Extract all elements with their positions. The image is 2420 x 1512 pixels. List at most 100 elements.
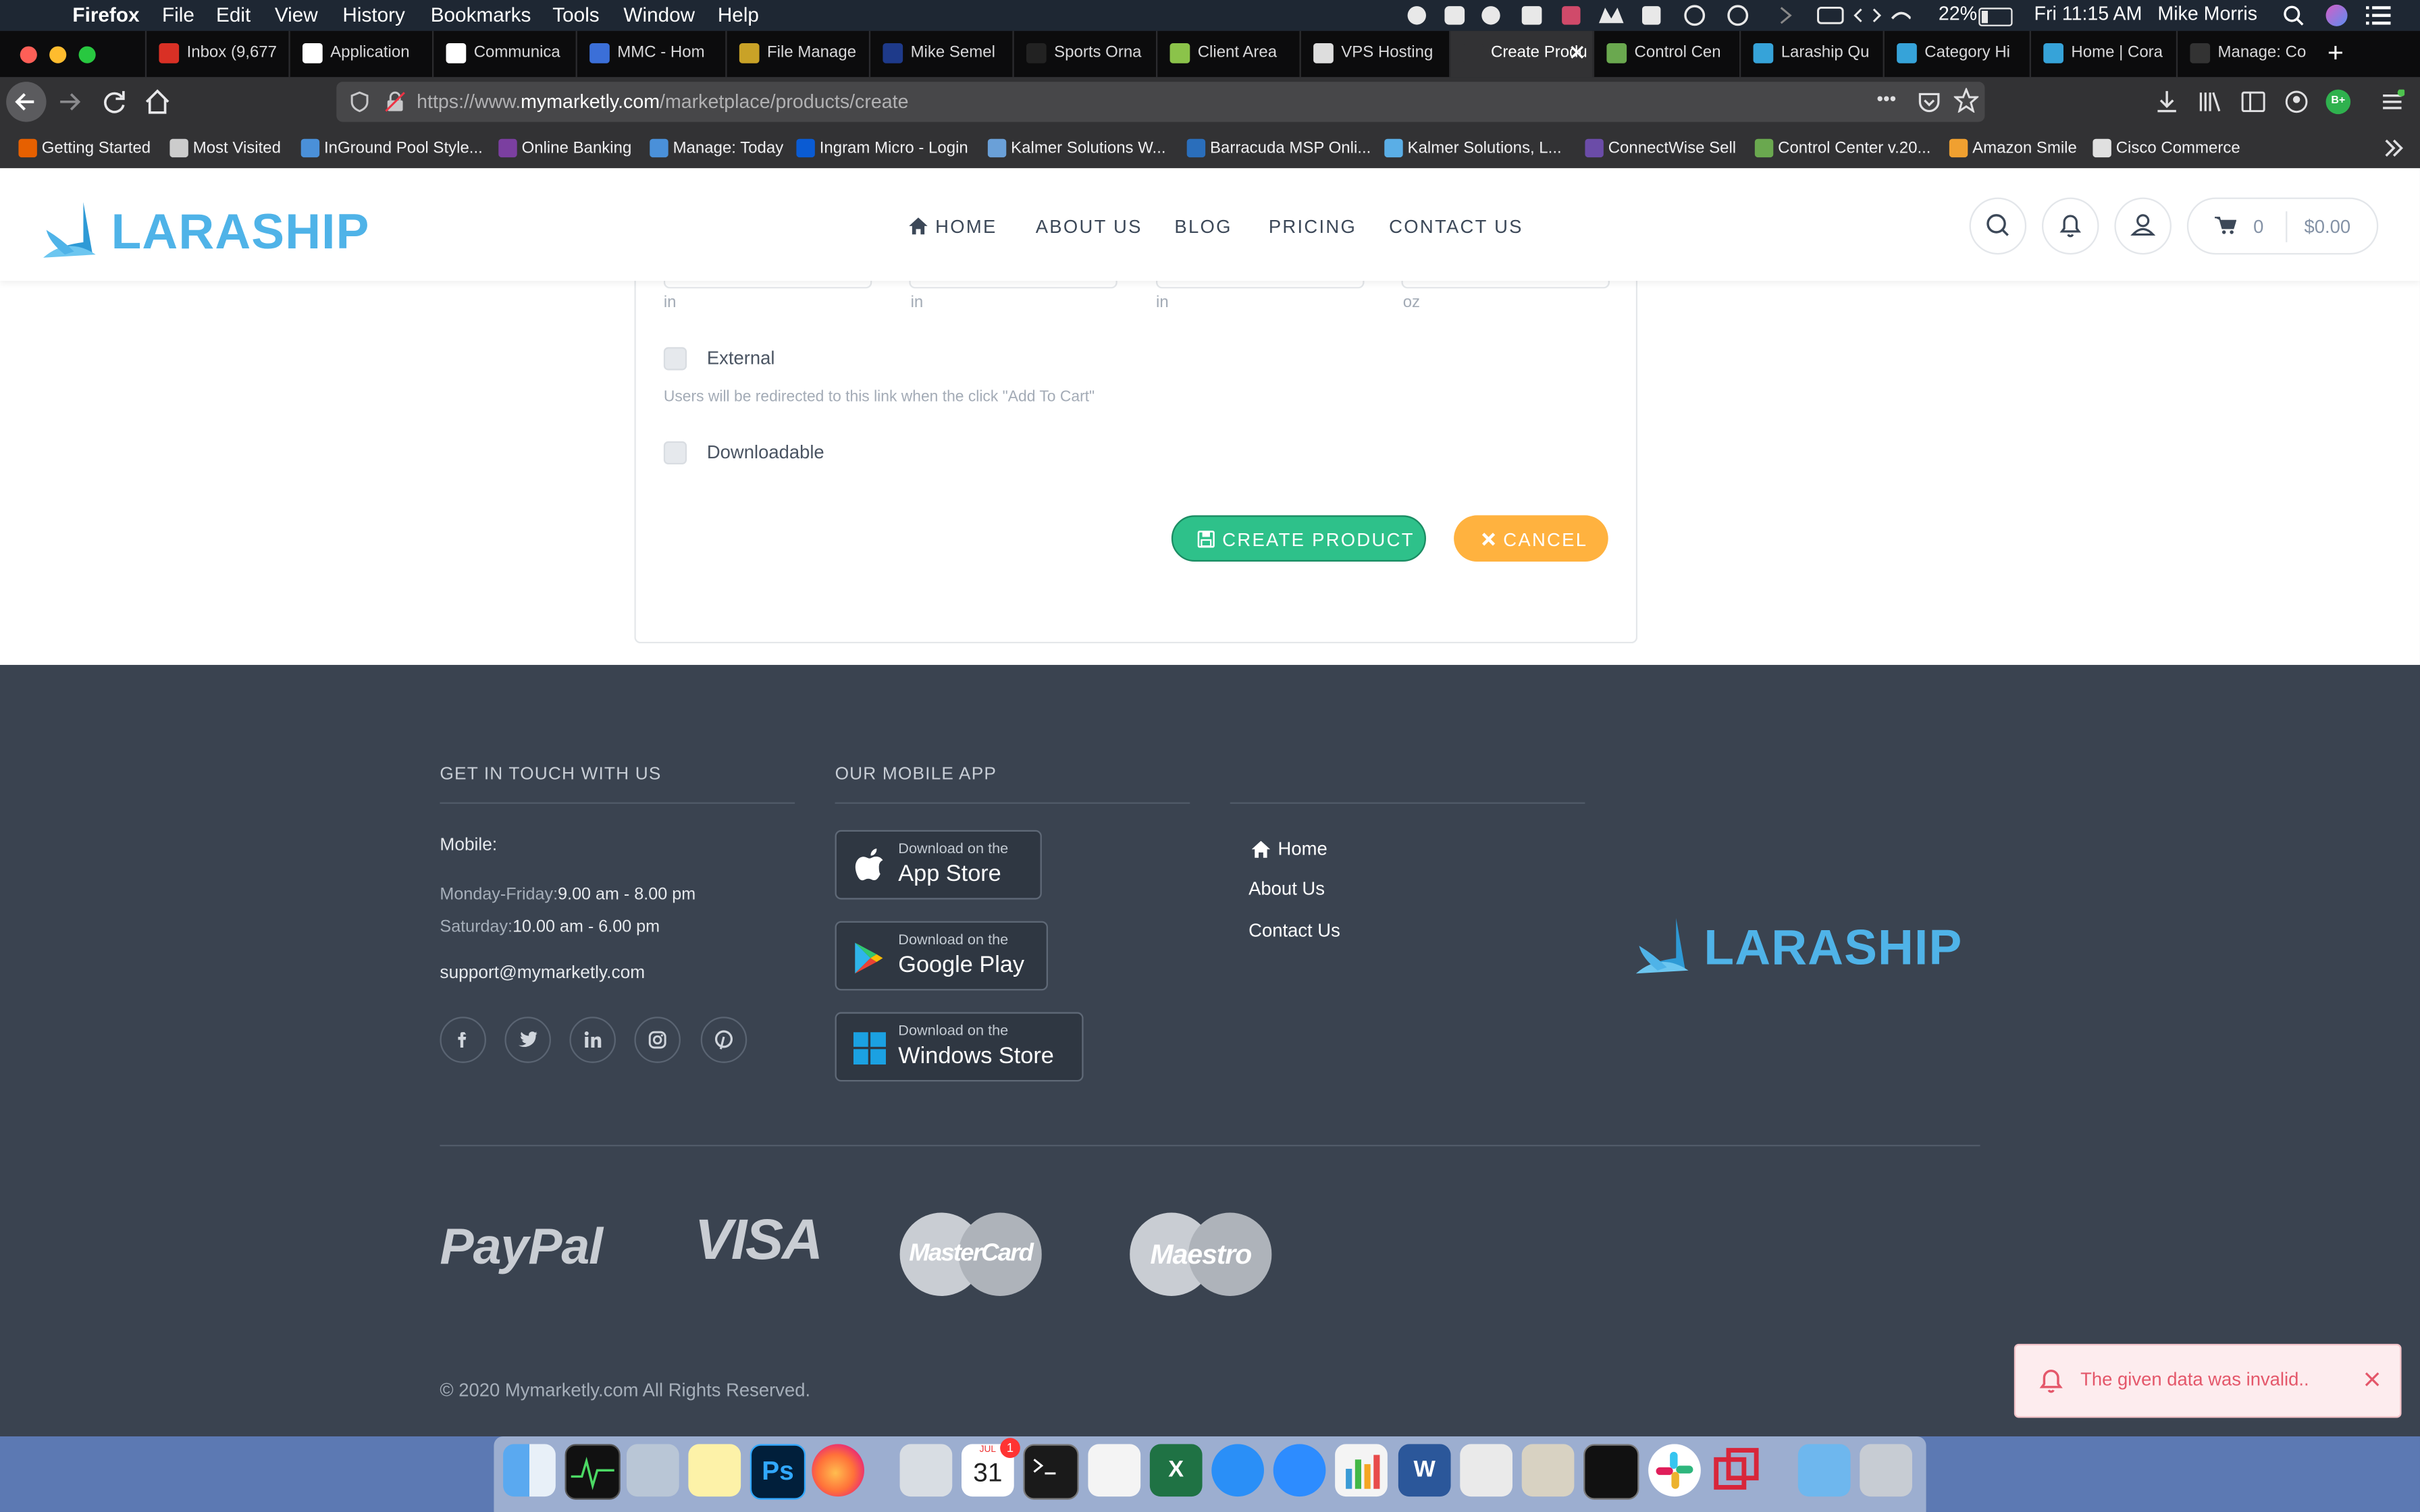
bookmark-item[interactable]: Control Center v.20... [1754, 138, 1930, 158]
search-button[interactable] [1969, 197, 2027, 255]
nav-about-us[interactable]: ABOUT US [1036, 216, 1142, 238]
nav-blog[interactable]: BLOG [1174, 216, 1232, 238]
menu-help[interactable]: Help [718, 3, 759, 26]
messages-icon[interactable] [1211, 1444, 1264, 1497]
sidebar-icon[interactable] [2241, 90, 2266, 115]
url-bar[interactable]: https://www.mymarketly.com/marketplace/p… [336, 82, 1985, 122]
back-button[interactable] [6, 82, 47, 122]
browser-tab[interactable]: Create Produ ✕ [1449, 30, 1593, 78]
bookmark-item[interactable]: Ingram Micro - Login [796, 138, 968, 158]
terminal-window-icon[interactable] [1583, 1444, 1639, 1500]
browser-tab[interactable]: VPS Hosting [1299, 30, 1450, 78]
library-icon[interactable] [2198, 90, 2223, 115]
menu-edit[interactable]: Edit [216, 3, 251, 26]
notifications-button[interactable] [2041, 197, 2099, 255]
photoshop-icon[interactable]: Ps [749, 1444, 806, 1500]
downloads-icon[interactable] [2155, 90, 2180, 115]
trash-icon[interactable] [1860, 1444, 1912, 1497]
image-capture-icon[interactable] [899, 1444, 953, 1497]
kindle-icon[interactable] [1460, 1444, 1512, 1497]
terminal-icon[interactable] [1023, 1444, 1079, 1500]
bookmark-item[interactable]: InGround Pool Style... [300, 138, 483, 158]
browser-tab[interactable]: Inbox (9,677 [144, 30, 289, 78]
battery-icon[interactable] [1978, 7, 2013, 26]
numbers-icon[interactable] [1335, 1444, 1388, 1497]
instagram-icon[interactable] [634, 1017, 681, 1063]
reload-button[interactable] [97, 85, 131, 119]
create-product-button[interactable]: CREATE PRODUCT [1171, 515, 1426, 562]
menu-file[interactable]: File [162, 3, 194, 26]
downloadable-checkbox[interactable] [663, 441, 687, 464]
browser-tab[interactable]: Manage: Co [2176, 30, 2327, 78]
cart-button[interactable]: 0 $0.00 [2186, 197, 2379, 255]
menu-bookmarks[interactable]: Bookmarks [431, 3, 531, 26]
pinterest-icon[interactable] [700, 1017, 747, 1063]
app-menu-firefox[interactable]: Firefox [72, 3, 139, 26]
bookmark-item[interactable]: Most Visited [169, 138, 281, 158]
page-actions-menu-icon[interactable]: ••• [1876, 88, 1896, 109]
word-icon[interactable]: W [1398, 1444, 1451, 1497]
menu-view[interactable]: View [275, 3, 318, 26]
firefox-icon[interactable] [812, 1444, 864, 1497]
menu-window[interactable]: Window [623, 3, 695, 26]
parallels-icon[interactable] [1710, 1444, 1763, 1496]
notes-icon[interactable] [688, 1444, 741, 1497]
notification-center-icon[interactable] [2365, 6, 2391, 25]
activity-monitor-icon[interactable] [564, 1444, 621, 1500]
cancel-button[interactable]: CANCEL [1454, 515, 1608, 562]
finder-icon[interactable] [503, 1444, 556, 1497]
browser-tab[interactable]: Sports Orna [1012, 30, 1156, 78]
excel-icon[interactable]: X [1149, 1444, 1203, 1497]
bookmark-star-icon[interactable] [1953, 88, 1979, 113]
window-minimize-button[interactable] [49, 46, 67, 63]
window-close-button[interactable] [20, 46, 37, 63]
nav-contact-us[interactable]: CONTACT US [1389, 216, 1523, 238]
linkedin-icon[interactable] [569, 1017, 616, 1063]
window-zoom-button[interactable] [78, 46, 96, 63]
google-play-button[interactable]: Download on the Google Play [835, 921, 1048, 991]
spotlight-icon[interactable] [2283, 5, 2305, 26]
textedit-icon[interactable] [1088, 1444, 1141, 1497]
new-tab-button[interactable]: + [2327, 37, 2344, 70]
tracking-shield-icon[interactable] [349, 91, 371, 113]
zoom-icon[interactable] [1273, 1444, 1326, 1497]
bookmark-item[interactable]: Getting Started [18, 138, 151, 158]
more-bookmarks-icon[interactable] [2383, 137, 2404, 159]
footer-link-contact-us[interactable]: Contact Us [1248, 919, 1340, 941]
preview-app-icon[interactable] [626, 1444, 679, 1497]
browser-tab[interactable]: File Manage [725, 30, 869, 78]
footer-link-home[interactable]: Home [1278, 838, 1327, 859]
hamburger-menu-icon[interactable] [2380, 89, 2405, 115]
app-store-button[interactable]: Download on the App Store [835, 830, 1042, 900]
account-icon[interactable] [2284, 90, 2309, 115]
support-email[interactable]: support@mymarketly.com [440, 965, 645, 983]
footer-logo[interactable]: LARASHIP [1635, 915, 1962, 976]
browser-tab[interactable]: Mike Semel [868, 30, 1013, 78]
extension-icon[interactable]: B+ [2325, 89, 2351, 115]
browser-tab[interactable]: Category Hi [1883, 30, 2030, 78]
forward-button[interactable] [53, 85, 86, 119]
facebook-icon[interactable] [440, 1017, 486, 1063]
browser-tab[interactable]: Communica [431, 30, 576, 78]
browser-tab[interactable]: Laraship Qu [1739, 30, 1883, 78]
bookmark-item[interactable]: ConnectWise Sell [1585, 138, 1736, 158]
home-button[interactable] [140, 85, 174, 119]
external-checkbox[interactable] [663, 347, 687, 371]
nav-pricing[interactable]: PRICING [1269, 216, 1357, 238]
site-logo[interactable]: LARASHIP [43, 199, 383, 261]
calendar-icon[interactable]: JUL 31 1 [961, 1438, 1020, 1497]
bookmark-item[interactable]: Online Banking [498, 138, 631, 158]
footer-link-about-us[interactable]: About Us [1248, 878, 1325, 900]
downloads-folder-icon[interactable] [1797, 1444, 1851, 1497]
insecure-lock-icon[interactable] [384, 91, 406, 113]
bookmark-item[interactable]: Cisco Commerce [2093, 138, 2240, 158]
bookmark-item[interactable]: Barracuda MSP Onli... [1186, 138, 1371, 158]
browser-tab[interactable]: Client Area [1155, 30, 1300, 78]
bookmark-item[interactable]: Kalmer Solutions W... [987, 138, 1166, 158]
bookmark-item[interactable]: Amazon Smile [1949, 138, 2077, 158]
browser-tab[interactable]: MMC - Hom [575, 30, 726, 78]
calculator-icon[interactable] [1521, 1444, 1575, 1497]
menu-history[interactable]: History [342, 3, 404, 26]
account-button[interactable] [2114, 197, 2172, 255]
toast-close-button[interactable] [2365, 1372, 2380, 1387]
